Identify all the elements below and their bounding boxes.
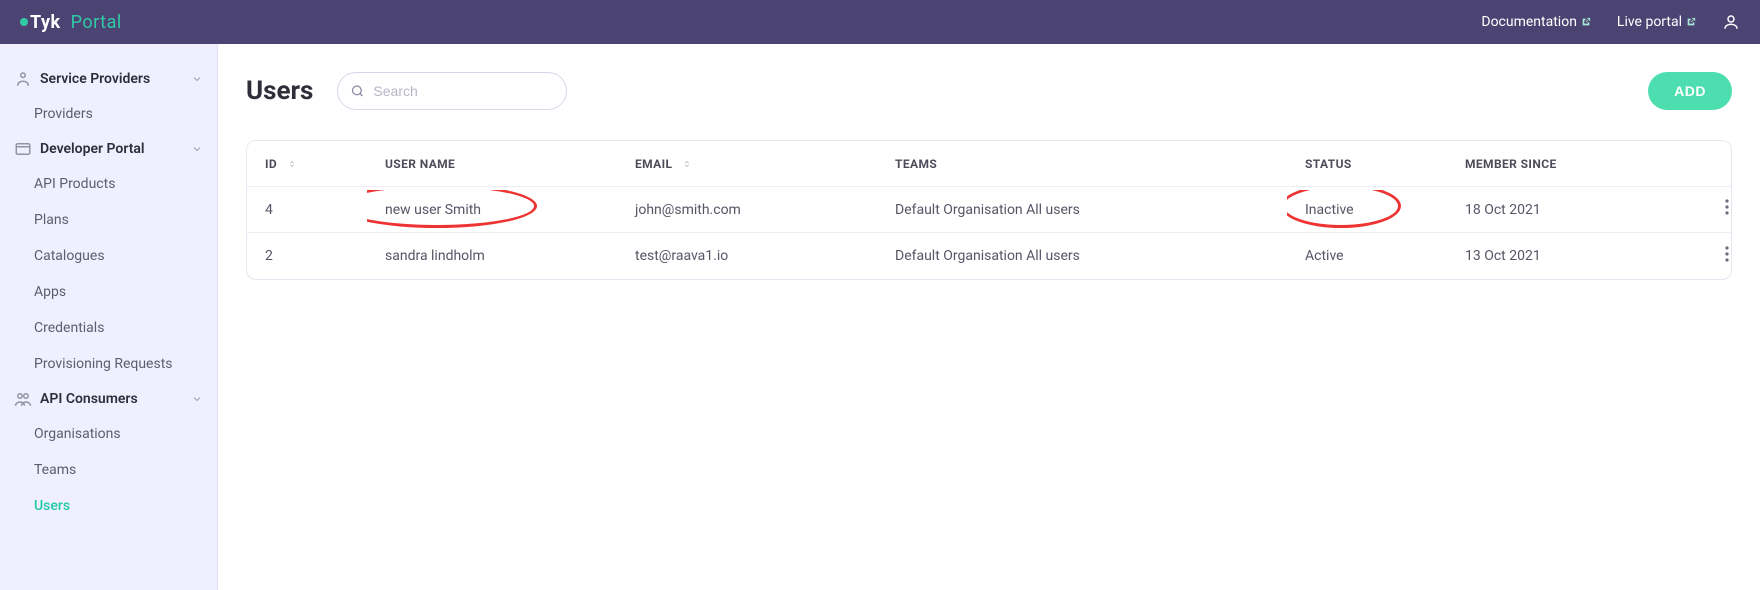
documentation-link[interactable]: Documentation (1481, 14, 1591, 30)
sidebar-item-credentials[interactable]: Credentials (0, 310, 217, 346)
col-status[interactable]: STATUS (1287, 145, 1447, 183)
sidebar-item-apps[interactable]: Apps (0, 274, 217, 310)
table-row[interactable]: 4 new user Smith john@smith.com Default … (247, 187, 1731, 233)
providers-icon (14, 70, 32, 88)
main-content: Users ADD ID USER NAME EMAIL TEAMS STATU… (218, 44, 1760, 590)
page-title: Users (246, 76, 313, 106)
search-input[interactable] (373, 83, 554, 99)
top-links: Documentation Live portal (1481, 13, 1740, 31)
sidebar-group-service-providers[interactable]: Service Providers (0, 62, 217, 96)
row-actions-button[interactable] (1697, 187, 1732, 232)
cell-teams: Default Organisation All users (877, 190, 1287, 230)
live-portal-link[interactable]: Live portal (1617, 14, 1696, 30)
cell-id: 2 (247, 236, 367, 276)
sort-icon (287, 159, 297, 169)
cell-email: test@raava1.io (617, 236, 877, 276)
kebab-menu-icon (1725, 199, 1729, 215)
col-user-name[interactable]: USER NAME (367, 145, 617, 183)
brand-tyk: Tyk (30, 12, 61, 33)
brand-logo[interactable]: Tyk Portal (20, 12, 122, 33)
sidebar-group-label: API Consumers (40, 391, 138, 407)
cell-status: Inactive (1287, 190, 1447, 230)
documentation-label: Documentation (1481, 14, 1577, 30)
add-button[interactable]: ADD (1648, 72, 1732, 110)
sidebar-item-organisations[interactable]: Organisations (0, 416, 217, 452)
brand-dot-icon (20, 18, 28, 26)
cell-status: Active (1287, 236, 1447, 276)
brand-portal: Portal (71, 12, 122, 33)
row-actions-button[interactable] (1697, 234, 1732, 279)
cell-teams: Default Organisation All users (877, 236, 1287, 276)
sidebar-group-developer-portal[interactable]: Developer Portal (0, 132, 217, 166)
account-menu[interactable] (1722, 13, 1740, 31)
col-teams[interactable]: TEAMS (877, 145, 1287, 183)
sidebar: Service Providers Providers Developer Po… (0, 44, 218, 590)
col-id[interactable]: ID (247, 145, 367, 183)
top-bar: Tyk Portal Documentation Live portal (0, 0, 1760, 44)
col-actions (1697, 152, 1732, 176)
sidebar-item-catalogues[interactable]: Catalogues (0, 238, 217, 274)
sidebar-item-provisioning-requests[interactable]: Provisioning Requests (0, 346, 217, 382)
col-email[interactable]: EMAIL (617, 145, 877, 183)
portal-icon (14, 140, 32, 158)
sidebar-item-users[interactable]: Users (0, 488, 217, 524)
chevron-down-icon (191, 73, 203, 85)
sidebar-group-api-consumers[interactable]: API Consumers (0, 382, 217, 416)
sidebar-item-teams[interactable]: Teams (0, 452, 217, 488)
kebab-menu-icon (1725, 246, 1729, 262)
consumers-icon (14, 390, 32, 408)
sidebar-group-label: Service Providers (40, 71, 150, 87)
cell-user-name: new user Smith (367, 190, 617, 230)
col-member-since[interactable]: MEMBER SINCE (1447, 145, 1697, 183)
table-row[interactable]: 2 sandra lindholm test@raava1.io Default… (247, 233, 1731, 279)
search-icon (350, 83, 365, 99)
sort-icon (682, 159, 692, 169)
chevron-down-icon (191, 143, 203, 155)
users-table: ID USER NAME EMAIL TEAMS STATUS MEMBER S… (246, 140, 1732, 280)
live-portal-label: Live portal (1617, 14, 1682, 30)
user-icon (1722, 13, 1740, 31)
external-link-icon (1581, 17, 1591, 27)
sidebar-group-label: Developer Portal (40, 141, 145, 157)
page-header: Users ADD (246, 72, 1732, 110)
sidebar-item-providers[interactable]: Providers (0, 96, 217, 132)
table-header-row: ID USER NAME EMAIL TEAMS STATUS MEMBER S… (247, 141, 1731, 187)
chevron-down-icon (191, 393, 203, 405)
external-link-icon (1686, 17, 1696, 27)
sidebar-item-plans[interactable]: Plans (0, 202, 217, 238)
cell-member-since: 18 Oct 2021 (1447, 190, 1697, 230)
sidebar-item-api-products[interactable]: API Products (0, 166, 217, 202)
cell-user-name: sandra lindholm (367, 236, 617, 276)
cell-member-since: 13 Oct 2021 (1447, 236, 1697, 276)
cell-email: john@smith.com (617, 190, 877, 230)
cell-id: 4 (247, 190, 367, 230)
search-wrap[interactable] (337, 72, 567, 110)
